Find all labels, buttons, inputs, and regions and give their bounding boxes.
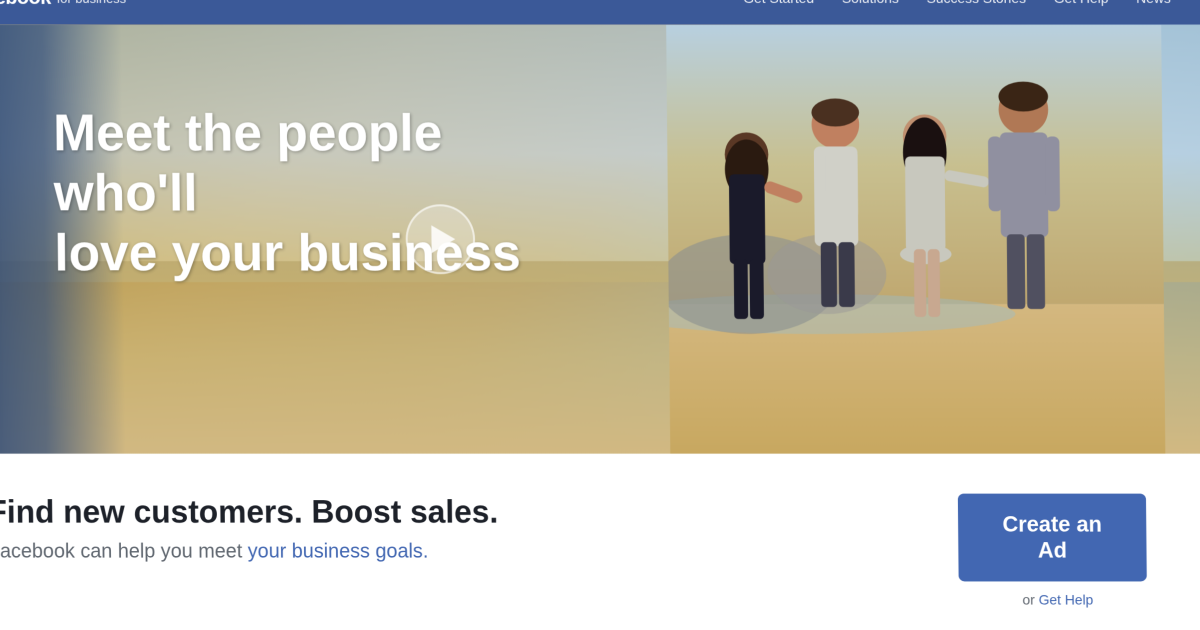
logo-for-business: for business [57,0,127,5]
hero-section: Meet the people who'll love your busines… [0,25,1200,454]
nav-link-solutions[interactable]: Solutions [842,0,899,6]
hero-text: Meet the people who'll love your busines… [53,105,530,284]
nav-link-get-started[interactable]: Get Started [743,0,814,6]
logo-facebook: ffacebook [0,0,51,9]
main-content: Find new customers. Boost sales. Faceboo… [0,454,1200,630]
hero-left-overlay [0,25,126,454]
sub-headline-link[interactable]: your business goals. [248,540,429,562]
play-button[interactable] [405,204,475,274]
hero-headline: Meet the people who'll love your busines… [53,105,530,284]
sub-headline: Facebook can help you meet your business… [0,540,681,563]
create-ad-button[interactable]: Create an Ad [958,494,1147,582]
get-help-link[interactable]: Get Help [1039,591,1094,607]
nav-link-get-help[interactable]: Get Help [1054,0,1109,6]
content-left: Find new customers. Boost sales. Faceboo… [0,494,681,584]
content-top: Find new customers. Boost sales. Faceboo… [0,494,1157,608]
browser-tilt: ffacebook for business Get Started Solut… [0,0,1200,630]
main-headline: Find new customers. Boost sales. [0,494,681,531]
browser-chrome: ffacebook for business Get Started Solut… [0,0,1200,630]
page-wrapper: ffacebook for business Get Started Solut… [0,0,1200,630]
or-get-help: or Get Help [959,591,1157,607]
nav-links: Get Started Solutions Success Stories Ge… [743,0,1171,6]
sub-headline-plain: Facebook can help you meet [0,540,248,562]
nav-link-news[interactable]: News [1136,0,1171,6]
edge-shadow [0,25,7,454]
nav-link-success-stories[interactable]: Success Stories [927,0,1027,6]
play-triangle-icon [431,225,455,253]
people-silhouettes [666,25,1165,454]
cta-area: Create an Ad or Get Help [958,494,1157,608]
facebook-nav: ffacebook for business Get Started Solut… [0,0,1200,25]
logo-area: ffacebook for business [0,0,126,9]
